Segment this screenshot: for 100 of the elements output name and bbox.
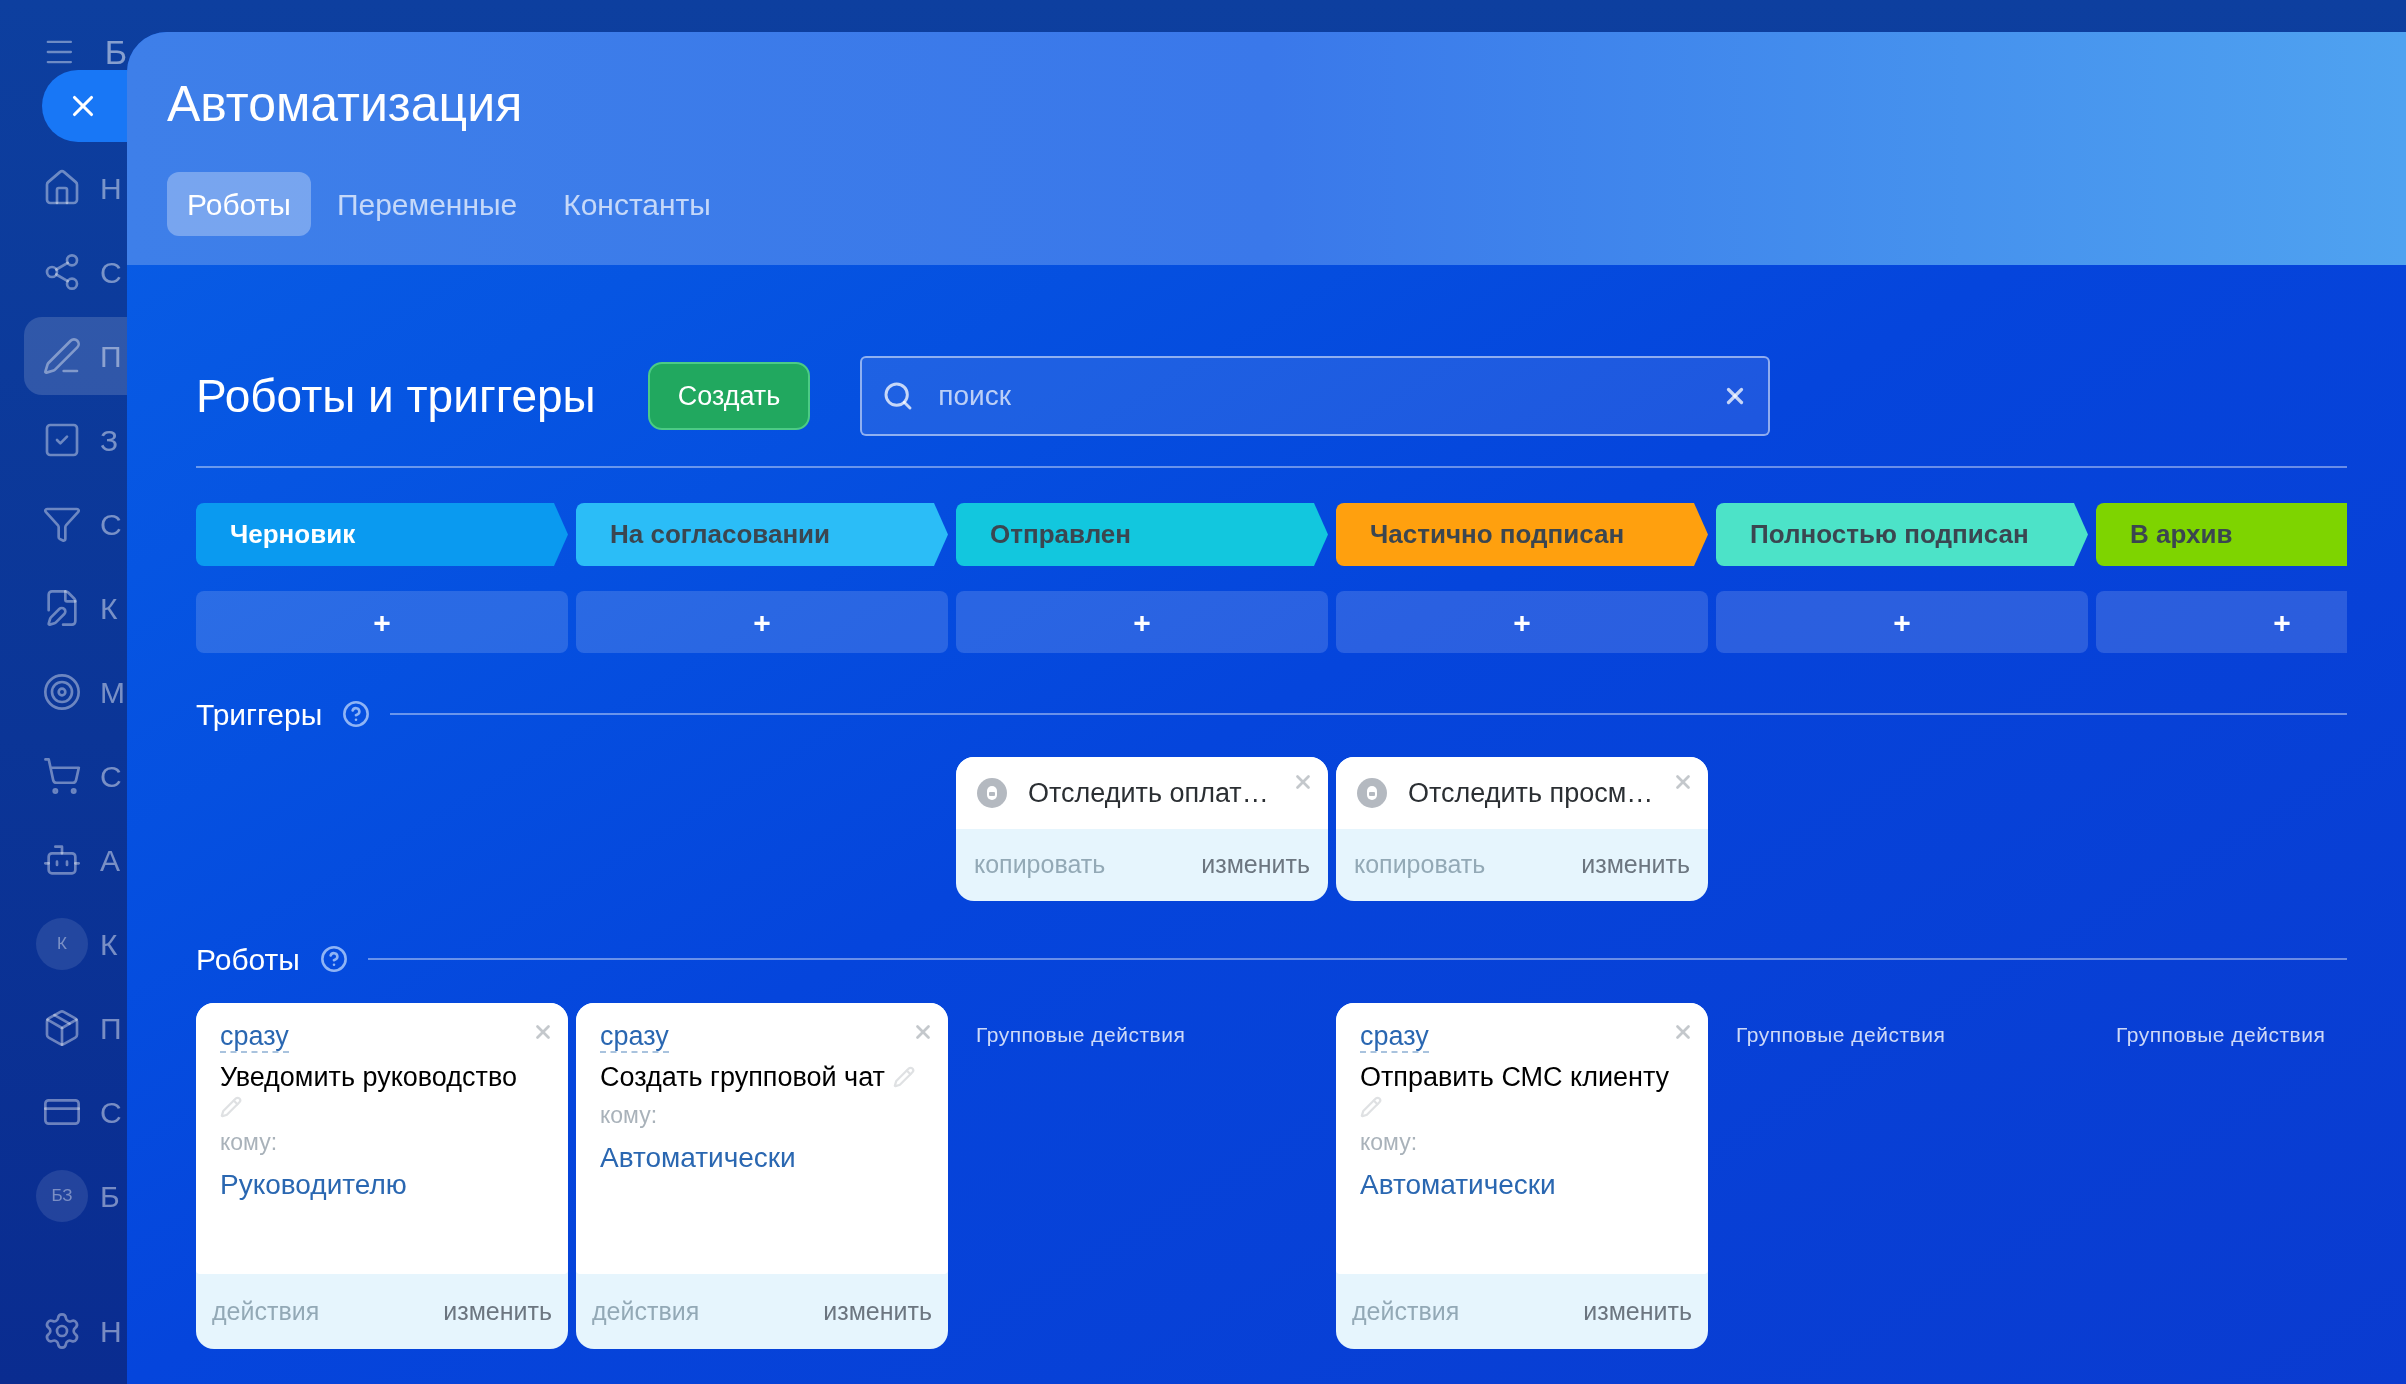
actions-link[interactable]: действия [212, 1292, 320, 1331]
tab[interactable]: Константы [543, 172, 731, 236]
robot-card[interactable]: сразу Уведомить руководство кому: Руководителю действия изменить [196, 1003, 568, 1349]
edit-link[interactable]: изменить [1201, 846, 1310, 884]
pencil-icon [42, 336, 82, 376]
stage-header[interactable]: Черновик [196, 503, 568, 566]
avatar: К [36, 918, 88, 970]
robot-title: Уведомить руководство [220, 1062, 517, 1092]
sidebar-item[interactable]: К К [24, 905, 127, 983]
recipient-link[interactable]: Автоматически [1360, 1163, 1556, 1206]
sidebar-item[interactable]: Н [24, 1292, 127, 1370]
stage-header[interactable]: На согласовании [576, 503, 948, 566]
sidebar-item-label: П [100, 1010, 122, 1047]
edit-link[interactable]: изменить [1583, 1292, 1692, 1331]
sidebar-item[interactable]: БЗ Б [24, 1157, 127, 1235]
recipient-label: кому: [220, 1128, 279, 1157]
sidebar-item[interactable]: С [24, 485, 127, 563]
page-heading: Роботы и триггеры [196, 368, 596, 424]
pencil-icon[interactable] [220, 1096, 242, 1118]
trigger-title: Отследить просм… [1408, 776, 1654, 810]
trigger-card[interactable]: Отследить просм… копировать изменить [1336, 757, 1708, 901]
robot-title: Отправить СМС клиенту [1360, 1062, 1670, 1092]
sidebar-item-label: К [100, 926, 118, 963]
sidebar-item-label: С [100, 758, 122, 795]
help-icon[interactable] [319, 945, 348, 973]
add-robot-button[interactable]: + [956, 591, 1328, 653]
group-actions-link[interactable]: Групповые действия [2116, 1023, 2326, 1046]
copy-link[interactable]: копировать [1354, 846, 1486, 884]
stage-label: На согласовании [610, 518, 831, 551]
sidebar-title: Б [104, 31, 127, 73]
recipient-label: кому: [600, 1101, 659, 1130]
section-title: Триггеры [196, 696, 323, 733]
sidebar-item-label: П [100, 338, 122, 375]
sidebar-item[interactable]: З [24, 401, 127, 479]
trigger-title: Отследить оплат… [1028, 776, 1269, 810]
stage-header[interactable]: В архив [2096, 503, 2347, 566]
sidebar-item-label: З [100, 422, 119, 459]
avatar: БЗ [36, 1170, 88, 1222]
stage-label: В архив [2130, 518, 2233, 551]
pencil-icon[interactable] [1360, 1096, 1382, 1118]
stage-header[interactable]: Отправлен [956, 503, 1328, 566]
add-robot-button[interactable]: + [1336, 591, 1708, 653]
target-icon [42, 672, 82, 712]
stage-header[interactable]: Частично подписан [1336, 503, 1708, 566]
sidebar-item[interactable]: С [24, 737, 127, 815]
sidebar-item[interactable]: П [24, 317, 127, 395]
sidebar-item[interactable]: П [24, 989, 127, 1067]
sidebar-item[interactable]: С [24, 1073, 127, 1151]
trigger-card[interactable]: Отследить оплат… копировать изменить [956, 757, 1328, 901]
actions-link[interactable]: действия [1352, 1292, 1460, 1331]
edit-link[interactable]: изменить [443, 1292, 552, 1331]
edit-link[interactable]: изменить [823, 1292, 932, 1331]
help-icon[interactable] [342, 700, 371, 728]
sidebar-item-label: Н [100, 170, 122, 207]
stage-header[interactable]: Полностью подписан [1716, 503, 2088, 566]
tab[interactable]: Роботы [167, 172, 311, 236]
sidebar-item-label: А [100, 842, 120, 879]
sidebar-item[interactable]: К [24, 569, 127, 647]
timing-link[interactable]: сразу [220, 1021, 289, 1053]
sidebar-item-label: С [100, 1094, 122, 1131]
add-robot-button[interactable]: + [196, 591, 568, 653]
group-actions-link[interactable]: Групповые действия [976, 1023, 1186, 1046]
sidebar-item[interactable]: Н [24, 149, 127, 227]
edit-link[interactable]: изменить [1581, 846, 1690, 884]
group-actions-link[interactable]: Групповые действия [1736, 1023, 1946, 1046]
recipient-label: кому: [1360, 1128, 1419, 1157]
sidebar-item-label: С [100, 506, 122, 543]
add-robot-button[interactable]: + [1716, 591, 2088, 653]
section-title: Роботы [196, 941, 300, 978]
add-robot-button[interactable]: + [2096, 591, 2347, 653]
recipient-link[interactable]: Руководителю [220, 1163, 407, 1206]
stage-label: Черновик [230, 518, 356, 551]
sidebar-item[interactable]: М [24, 653, 127, 731]
sidebar-item-label: Б [100, 1178, 120, 1215]
recipient-link[interactable]: Автоматически [600, 1136, 796, 1179]
robot-card[interactable]: сразу Создать групповой чат кому: Автоматически действия изменить [576, 1003, 948, 1349]
search-field[interactable]: поиск [860, 356, 1771, 436]
stage-label: Полностью подписан [1750, 518, 2029, 551]
sidebar-item-label: К [100, 590, 118, 627]
cart-icon [42, 756, 82, 796]
copy-link[interactable]: копировать [974, 846, 1106, 884]
lock-icon [976, 777, 1008, 809]
pencil-icon[interactable] [892, 1066, 915, 1088]
timing-link[interactable]: сразу [1360, 1021, 1429, 1053]
sidebar-item[interactable]: С [24, 233, 127, 311]
stage-label: Отправлен [990, 518, 1131, 551]
timing-link[interactable]: сразу [600, 1021, 669, 1053]
sidebar-item-label: М [100, 674, 125, 711]
sidebar-item-label: Н [100, 1313, 122, 1350]
panel-title: Автоматизация [167, 75, 524, 134]
robot-title: Создать групповой чат [600, 1062, 885, 1092]
add-robot-button[interactable]: + [576, 591, 948, 653]
stage-label: Частично подписан [1370, 518, 1625, 551]
lock-icon [1356, 777, 1388, 809]
create-button[interactable]: Создать [647, 362, 811, 430]
tab[interactable]: Переменные [316, 172, 538, 236]
actions-link[interactable]: действия [592, 1292, 700, 1331]
robot-card[interactable]: сразу Отправить СМС клиенту кому: Автоматически действия изменить [1336, 1003, 1708, 1349]
sidebar-item-label: С [100, 254, 122, 291]
sidebar-item[interactable]: А [24, 821, 127, 899]
